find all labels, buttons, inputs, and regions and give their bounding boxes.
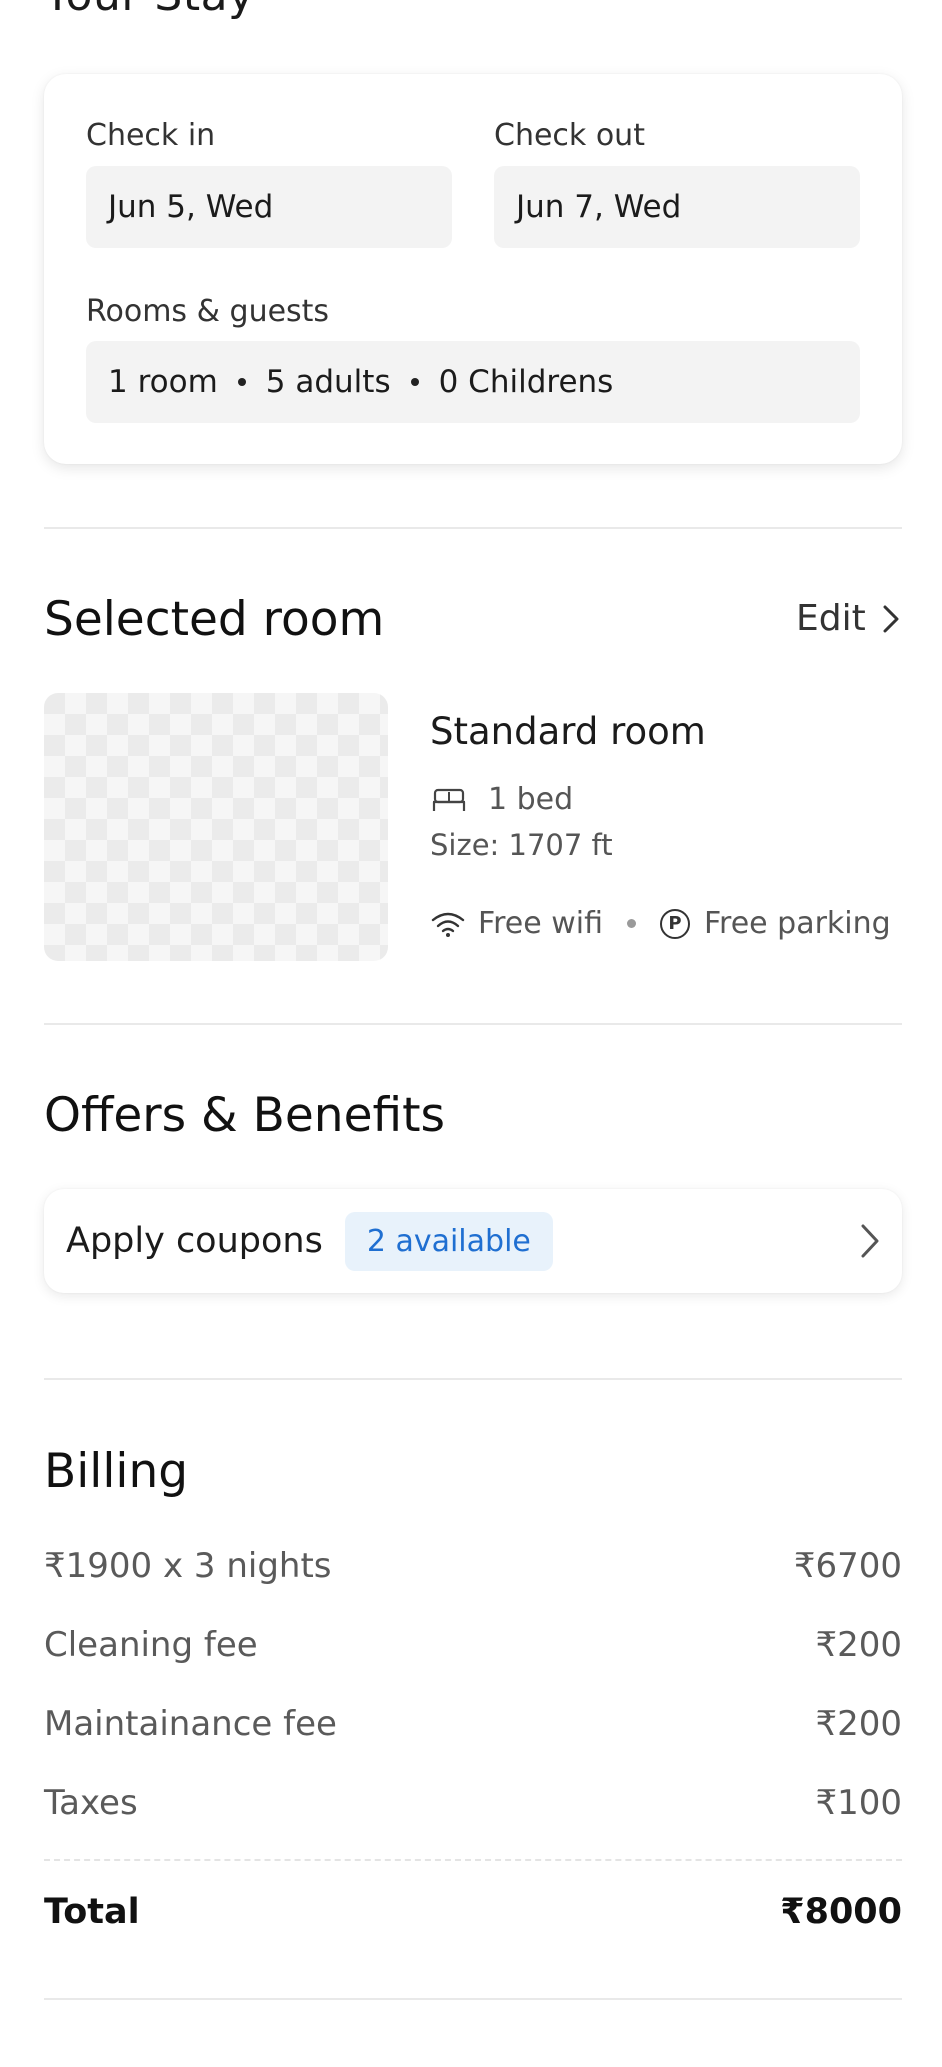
amenity-parking: Free parking [703, 906, 891, 941]
billing-item-label: Taxes [44, 1783, 138, 1823]
check-out-value: Jun 7, Wed [516, 189, 682, 225]
total-amount: ₹8000 [780, 1892, 902, 1932]
apply-coupons-row[interactable]: Apply coupons 2 available [44, 1189, 902, 1293]
beds-text: 1 bed [488, 782, 574, 817]
billing-row: Maintainance fee ₹200 [44, 1704, 902, 1744]
room-amenities: Free wifi P Free parking [430, 906, 891, 941]
room-image [44, 693, 388, 961]
check-in-label: Check in [86, 118, 216, 153]
parking-icon: P [659, 908, 690, 939]
bed-icon [432, 788, 466, 811]
billing-row: Taxes ₹100 [44, 1783, 902, 1823]
wifi-icon [431, 912, 465, 937]
room-beds: 1 bed [432, 782, 573, 817]
edit-button[interactable]: Edit [796, 598, 902, 639]
room-image-placeholder [44, 693, 388, 961]
check-out-label: Check out [494, 118, 645, 153]
rooms-value: 1 room [108, 364, 218, 400]
amenity-wifi: Free wifi [478, 906, 603, 941]
divider [44, 1378, 902, 1380]
billing-item-amount: ₹6700 [793, 1546, 902, 1586]
billing-item-amount: ₹200 [815, 1704, 902, 1744]
billing-item-label: Maintainance fee [44, 1704, 337, 1744]
children-value: 0 Childrens [438, 364, 614, 400]
billing-dashed-divider [44, 1859, 902, 1861]
selected-room-title: Selected room [44, 592, 385, 647]
offers-title: Offers & Benefits [44, 1088, 446, 1143]
total-label: Total [44, 1892, 140, 1932]
billing-title: Billing [44, 1444, 189, 1499]
adults-value: 5 adults [265, 364, 391, 400]
apply-coupons-label: Apply coupons [66, 1221, 323, 1261]
check-out-field[interactable]: Jun 7, Wed [494, 166, 860, 248]
billing-total-row: Total ₹8000 [44, 1892, 902, 1932]
separator-dot [410, 378, 419, 386]
billing-row: ₹1900 x 3 nights ₹6700 [44, 1546, 902, 1586]
billing-item-amount: ₹100 [815, 1783, 902, 1823]
room-name: Standard room [430, 710, 706, 753]
check-in-field[interactable]: Jun 5, Wed [86, 166, 452, 248]
chevron-right-icon [861, 1224, 879, 1258]
billing-item-amount: ₹200 [815, 1625, 902, 1665]
billing-row: Cleaning fee ₹200 [44, 1625, 902, 1665]
stay-card: Check in Jun 5, Wed Check out Jun 7, Wed… [44, 74, 902, 464]
coupons-available-badge: 2 available [344, 1211, 553, 1271]
rooms-guests-field[interactable]: 1 room 5 adults 0 Childrens [86, 341, 860, 423]
separator-dot [237, 378, 246, 386]
room-size: Size: 1707 ft [430, 828, 613, 862]
rooms-guests-label: Rooms & guests [86, 294, 330, 329]
divider [44, 1023, 902, 1025]
divider [44, 527, 902, 529]
section-title-your-stay: Your Stay [44, 0, 255, 21]
billing-item-label: ₹1900 x 3 nights [44, 1546, 332, 1586]
chevron-right-icon [883, 605, 899, 632]
check-in-value: Jun 5, Wed [108, 189, 274, 225]
billing-item-label: Cleaning fee [44, 1625, 258, 1665]
divider [44, 1998, 902, 2000]
edit-label: Edit [796, 598, 866, 639]
separator-dot [626, 919, 636, 928]
